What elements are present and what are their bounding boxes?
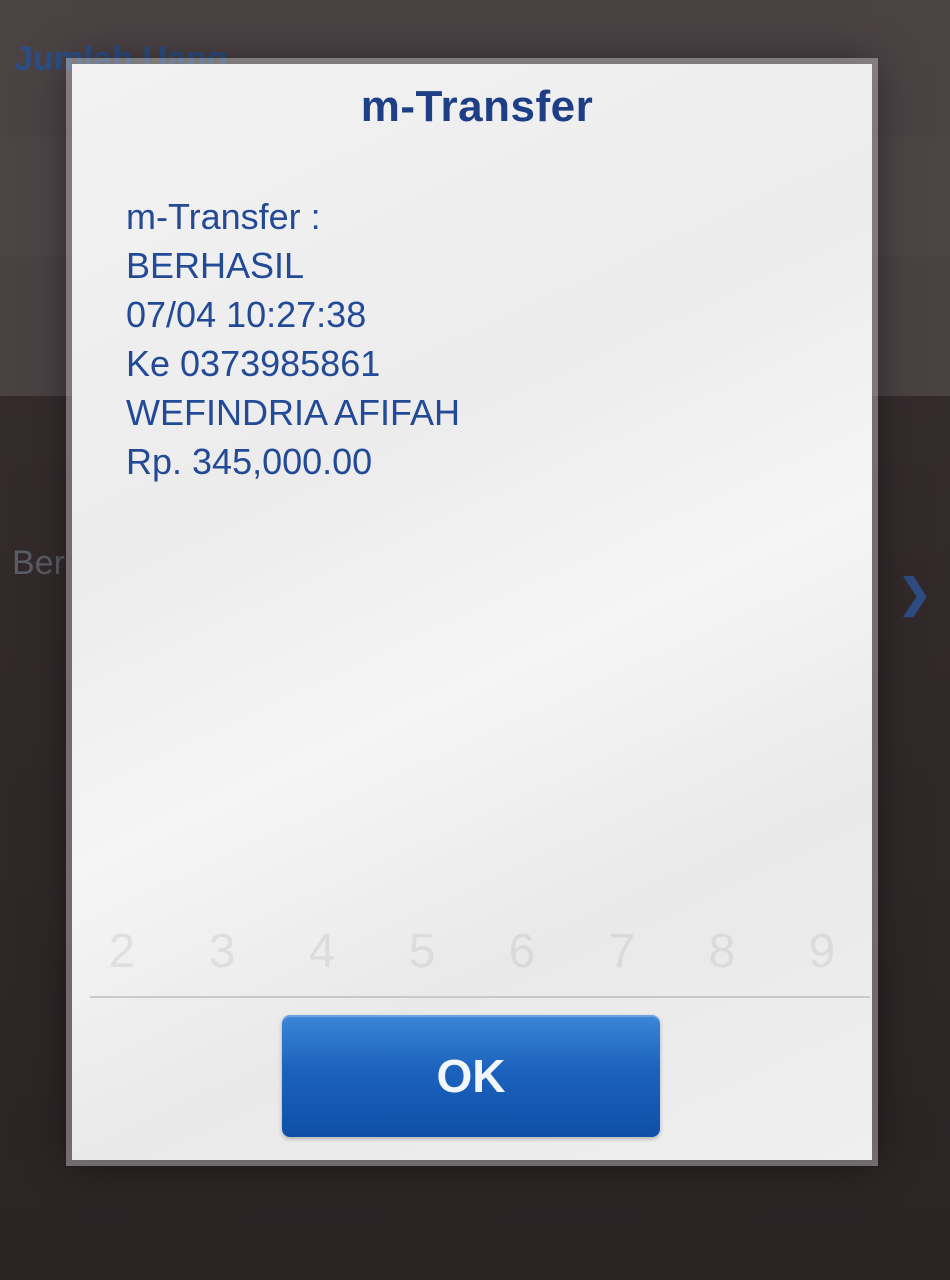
keypad-ghost-digits: 2 3 4 5 6 7 8 9 bbox=[72, 906, 872, 996]
transfer-result-dialog: m-Transfer m-Transfer : BERHASIL 07/04 1… bbox=[72, 64, 872, 1160]
message-line-amount: Rp. 345,000.00 bbox=[126, 441, 373, 482]
keypad-digit: 7 bbox=[608, 924, 636, 978]
message-line-account: Ke 0373985861 bbox=[126, 343, 381, 384]
keypad-digit: 6 bbox=[508, 924, 536, 978]
third-field-label: Ber bbox=[12, 544, 65, 582]
dialog-message: m-Transfer : BERHASIL 07/04 10:27:38 Ke … bbox=[126, 192, 460, 486]
message-line-status: BERHASIL bbox=[126, 245, 305, 286]
keypad-digit: 5 bbox=[408, 924, 436, 978]
keypad-digit: 4 bbox=[308, 924, 336, 978]
ok-button[interactable]: OK bbox=[282, 1015, 660, 1137]
keypad-digit: 3 bbox=[208, 924, 236, 978]
message-line-datetime: 07/04 10:27:38 bbox=[126, 294, 367, 335]
dialog-divider bbox=[90, 996, 870, 998]
dialog-title: m-Transfer bbox=[360, 82, 594, 131]
keypad-digit: 8 bbox=[708, 924, 736, 978]
message-line-recipient: WEFINDRIA AFIFAH bbox=[126, 392, 461, 433]
keypad-digit: 2 bbox=[108, 924, 136, 978]
message-line-header: m-Transfer : bbox=[126, 196, 321, 237]
chevron-right-icon: ❯ bbox=[898, 572, 932, 616]
keypad-digit: 9 bbox=[808, 924, 836, 978]
